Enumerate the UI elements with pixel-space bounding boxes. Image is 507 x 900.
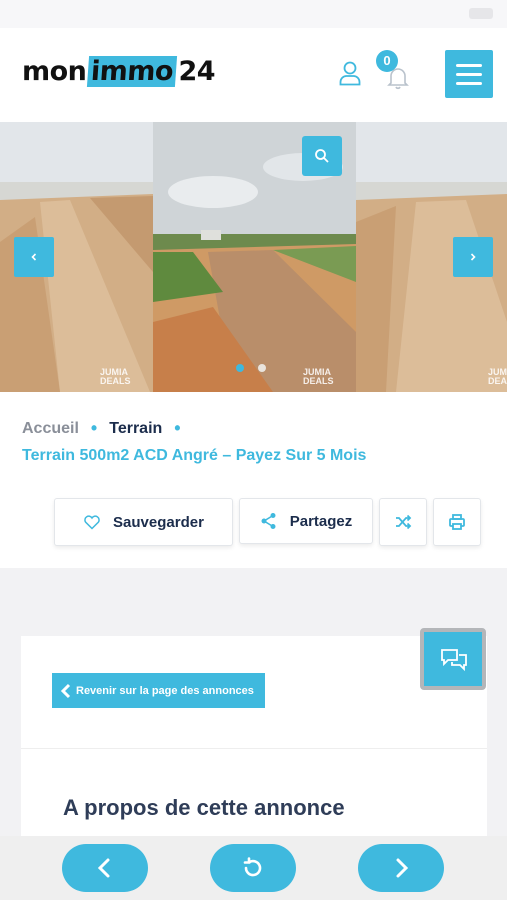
share-button-label: Partagez — [289, 512, 353, 530]
breadcrumb: Accueil • Terrain • — [22, 418, 193, 439]
pagination-dot-active[interactable] — [236, 364, 244, 372]
heart-icon — [84, 515, 100, 530]
listing-content-card: Revenir sur la page des annonces — [21, 636, 487, 748]
watermark: JUMIADEALS — [100, 368, 131, 386]
breadcrumb-separator: • — [90, 418, 98, 438]
hamburger-menu-button[interactable] — [445, 50, 493, 98]
save-button-label: Sauvegarder — [113, 513, 204, 531]
reload-icon — [243, 857, 262, 877]
bottom-navigation — [0, 836, 507, 900]
watermark-text: DEALS — [100, 376, 131, 386]
user-icon[interactable] — [338, 60, 362, 86]
logo-text-24: 24 — [178, 55, 216, 87]
print-button[interactable] — [433, 498, 481, 546]
battery-icon — [469, 8, 493, 19]
share-icon — [261, 513, 276, 529]
chat-icon — [441, 649, 467, 672]
gallery-pagination — [236, 364, 266, 372]
listing-title: Terrain 500m2 ACD Angré – Payez Sur 5 Mo… — [22, 447, 367, 464]
shuffle-icon — [396, 514, 412, 530]
watermark: JUMIADEALS — [303, 368, 334, 386]
menu-line-icon — [456, 73, 482, 76]
search-icon — [315, 149, 329, 163]
chat-button[interactable] — [420, 628, 486, 690]
breadcrumb-home-link[interactable]: Accueil — [22, 420, 79, 438]
gallery-next-button[interactable] — [453, 237, 493, 277]
breadcrumb-category-link[interactable]: Terrain — [109, 420, 162, 438]
logo-text-mon: mon — [22, 55, 87, 87]
menu-line-icon — [456, 64, 482, 67]
site-header: mon immo 24 0 — [0, 28, 507, 122]
listing-info: Accueil • Terrain • Terrain 500m2 ACD An… — [0, 392, 507, 568]
save-button[interactable]: Sauvegarder — [54, 498, 233, 546]
notifications[interactable]: 0 — [376, 50, 412, 92]
status-bar — [0, 0, 507, 28]
photo-gallery[interactable]: JUMIADEALS JUMIADEALS JUMIADEALS — [0, 122, 507, 392]
back-to-listings-label: Revenir sur la page des annonces — [76, 684, 254, 697]
breadcrumb-separator: • — [174, 418, 181, 438]
site-logo[interactable]: mon immo 24 — [22, 54, 216, 88]
watermark-text: DEALS — [303, 376, 334, 386]
notification-count-badge: 0 — [376, 50, 398, 72]
chevron-left-icon — [31, 253, 37, 261]
back-to-listings-button[interactable]: Revenir sur la page des annonces — [52, 673, 265, 708]
chevron-right-icon — [470, 253, 476, 261]
chevron-left-icon — [97, 858, 110, 878]
watermark: JUMIADEALS — [488, 368, 507, 386]
compare-button[interactable] — [379, 498, 427, 546]
menu-line-icon — [456, 82, 482, 85]
browser-back-button[interactable] — [62, 844, 148, 892]
chevron-left-icon — [60, 683, 71, 698]
about-section: A propos de cette annonce — [21, 748, 487, 838]
pagination-dot[interactable] — [258, 364, 266, 372]
zoom-photo-button[interactable] — [302, 136, 342, 176]
print-icon — [449, 514, 465, 530]
watermark-text: DEALS — [488, 376, 507, 386]
logo-text-immo: immo — [87, 55, 178, 87]
browser-forward-button[interactable] — [358, 844, 444, 892]
reload-button[interactable] — [210, 844, 296, 892]
about-heading: A propos de cette annonce — [63, 795, 345, 820]
share-button[interactable]: Partagez — [239, 498, 373, 544]
chevron-right-icon — [396, 858, 409, 878]
gallery-prev-button[interactable] — [14, 237, 54, 277]
